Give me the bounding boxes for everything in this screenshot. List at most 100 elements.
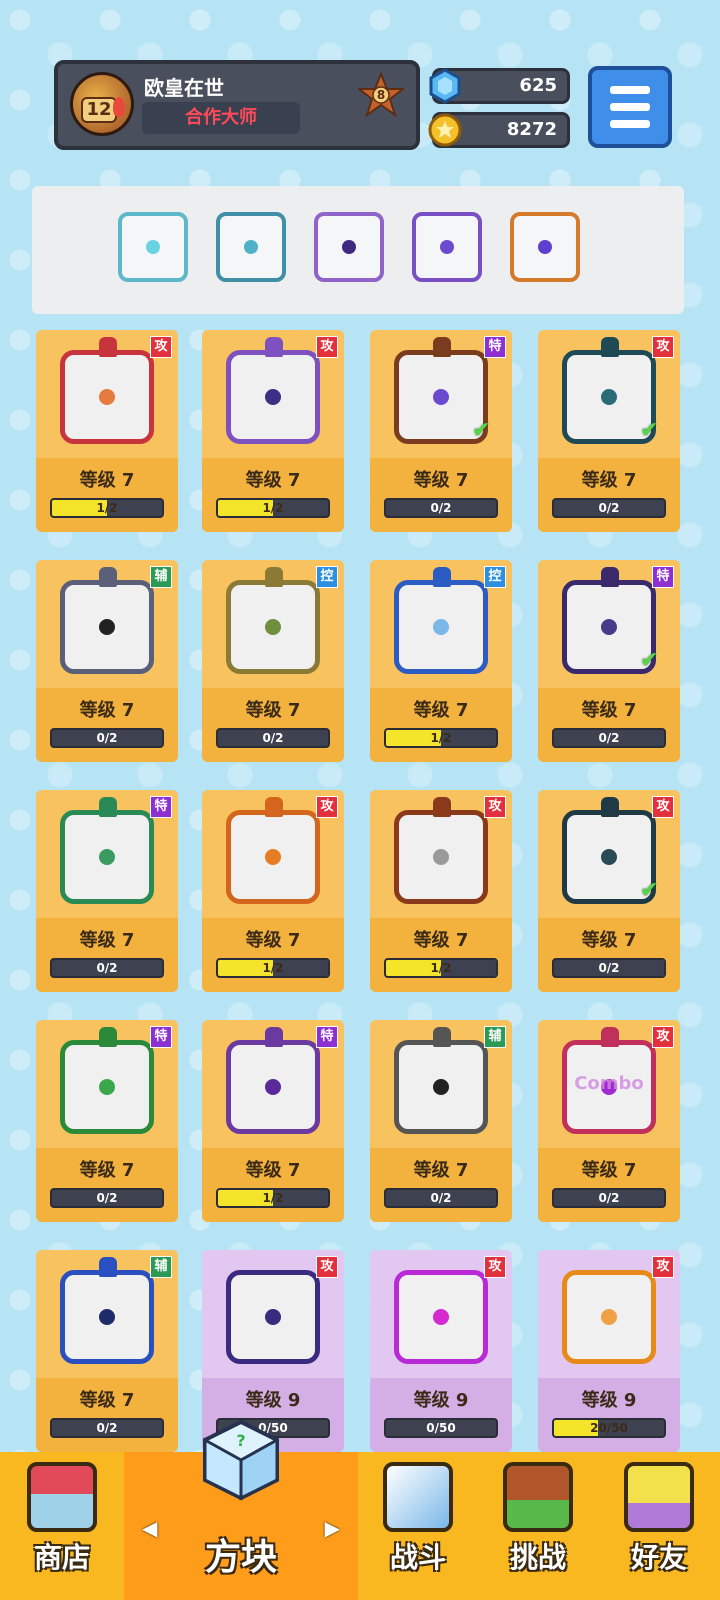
- dice-card[interactable]: 特 ✔ 等级 7 0/2: [538, 560, 680, 762]
- dice-type-tag: 攻: [652, 1256, 674, 1278]
- dice-type-tag: 攻: [652, 336, 674, 358]
- dice-card[interactable]: 辅等级 7 0/2: [36, 560, 178, 762]
- gem-counter[interactable]: 625: [429, 68, 570, 104]
- deck-slot[interactable]: [412, 212, 482, 282]
- dice-type-tag: 特: [150, 1026, 172, 1048]
- player-name: 欧皇在世: [144, 76, 224, 100]
- dice-level: 等级 7: [413, 470, 469, 491]
- nav-challenge[interactable]: 挑战: [478, 1452, 598, 1600]
- gold-counter[interactable]: 8272: [428, 112, 570, 148]
- nav-battle[interactable]: 战斗: [358, 1452, 478, 1600]
- dice-type-tag: 攻: [652, 796, 674, 818]
- dice-card[interactable]: 控等级 7 0/2: [202, 560, 344, 762]
- dice-type-tag: 控: [484, 566, 506, 588]
- dice-card[interactable]: 控等级 7 1/2: [370, 560, 512, 762]
- upgrade-progress-bar: 0/2: [552, 498, 666, 518]
- dice-pip-icon: [433, 619, 449, 635]
- dice-pip-icon: [433, 389, 449, 405]
- dice-icon: [562, 1270, 656, 1364]
- upgrade-progress-bar: 0/2: [384, 498, 498, 518]
- progress-text: 0/2: [430, 501, 452, 515]
- dice-card[interactable]: 特等级 7 0/2: [36, 1020, 178, 1222]
- progress-text: 1/2: [430, 731, 452, 745]
- nav-friends-label: 好友: [630, 1541, 687, 1574]
- progress-text: 1/2: [262, 1191, 284, 1205]
- dice-card[interactable]: 特等级 7 1/2: [202, 1020, 344, 1222]
- rank-star-icon[interactable]: 8: [356, 71, 406, 118]
- gem-icon: [429, 68, 461, 104]
- dice-card[interactable]: 辅等级 7 0/2: [36, 1250, 178, 1452]
- dice-card[interactable]: 攻等级 7 1/2: [202, 330, 344, 532]
- hamburger-menu-button[interactable]: [588, 66, 672, 148]
- deck-slot[interactable]: [314, 212, 384, 282]
- shop-icon: [27, 1462, 97, 1532]
- deck-slot[interactable]: [118, 212, 188, 282]
- upgrade-progress-bar: 0/2: [50, 1418, 164, 1438]
- dice-pip-icon: [601, 619, 617, 635]
- dice-level: 等级 7: [245, 470, 301, 491]
- equipped-deck-panel: [32, 186, 684, 314]
- dice-card[interactable]: 攻等级 7 1/2: [202, 790, 344, 992]
- dragon-head-icon: [601, 1027, 619, 1047]
- player-avatar[interactable]: 12: [70, 72, 134, 136]
- dice-icon: [394, 567, 488, 674]
- dice-card[interactable]: Combo 攻等级 7 0/2: [538, 1020, 680, 1222]
- dice-pip-icon: [99, 1079, 115, 1095]
- dice-card[interactable]: 攻等级 9 0/50: [370, 1250, 512, 1452]
- dragon-head-icon: [433, 567, 451, 587]
- dice-type-tag: 攻: [652, 1026, 674, 1048]
- upgrade-progress-bar: 0/2: [384, 1188, 498, 1208]
- dice-level: 等级 7: [581, 1160, 637, 1181]
- dice-type-tag: 攻: [150, 336, 172, 358]
- nav-shop[interactable]: 商店: [0, 1452, 124, 1600]
- dice-level: 等级 7: [581, 700, 637, 721]
- deck-slot[interactable]: [510, 212, 580, 282]
- dice-core-icon: [342, 240, 356, 254]
- dice-card[interactable]: 攻等级 7 1/2: [370, 790, 512, 992]
- dragon-head-icon: [265, 337, 283, 357]
- dice-type-tag: 攻: [484, 796, 506, 818]
- progress-text: 0/2: [96, 731, 118, 745]
- dice-icon: Combo: [562, 1027, 656, 1134]
- menu-bar: [610, 120, 650, 128]
- dice-type-tag: 特: [652, 566, 674, 588]
- progress-text: 1/2: [262, 961, 284, 975]
- dice-icon: [394, 1270, 488, 1364]
- nav-shop-label: 商店: [33, 1541, 90, 1574]
- dice-level: 等级 7: [79, 470, 135, 491]
- dice-type-tag: 攻: [316, 336, 338, 358]
- dice-card[interactable]: 攻 ✔ 等级 7 0/2: [538, 790, 680, 992]
- dice-icon: [60, 567, 154, 674]
- nav-friends[interactable]: 好友: [598, 1452, 720, 1600]
- dice-card[interactable]: 特等级 7 0/2: [36, 790, 178, 992]
- dice-card[interactable]: 攻等级 9 20/50: [538, 1250, 680, 1452]
- dice-card[interactable]: 攻 ✔ 等级 7 0/2: [538, 330, 680, 532]
- dice-icon: [60, 337, 154, 444]
- dice-level: 等级 9: [581, 1390, 637, 1411]
- upgrade-progress-bar: 20/50: [552, 1418, 666, 1438]
- player-level: 12: [81, 97, 117, 123]
- upgrade-progress-bar: 0/2: [50, 728, 164, 748]
- equipped-check-icon: ✔: [640, 648, 659, 673]
- dice-pip-icon: [99, 619, 115, 635]
- dice-level: 等级 9: [413, 1390, 469, 1411]
- dice-pip-icon: [433, 1079, 449, 1095]
- dragon-head-icon: [99, 1027, 117, 1047]
- nav-dice[interactable]: ? ◀ ▶ 方块: [124, 1419, 358, 1600]
- player-profile-panel[interactable]: 12 欧皇在世 合作大师 8: [54, 60, 420, 150]
- menu-bar: [610, 86, 650, 94]
- dice-pip-icon: [601, 849, 617, 865]
- dice-level: 等级 7: [79, 700, 135, 721]
- deck-slot[interactable]: [216, 212, 286, 282]
- dice-pip-icon: [265, 619, 281, 635]
- dragon-head-icon: [99, 337, 117, 357]
- dice-card[interactable]: 特 ✔ 等级 7 0/2: [370, 330, 512, 532]
- upgrade-progress-bar: 0/50: [384, 1418, 498, 1438]
- dice-pip-icon: [433, 1309, 449, 1325]
- upgrade-progress-bar: 0/2: [552, 1188, 666, 1208]
- dice-type-tag: 辅: [150, 1256, 172, 1278]
- dice-card[interactable]: 辅等级 7 0/2: [370, 1020, 512, 1222]
- dice-core-icon: [146, 240, 160, 254]
- dice-card[interactable]: 攻等级 7 1/2: [36, 330, 178, 532]
- dragon-head-icon: [601, 337, 619, 357]
